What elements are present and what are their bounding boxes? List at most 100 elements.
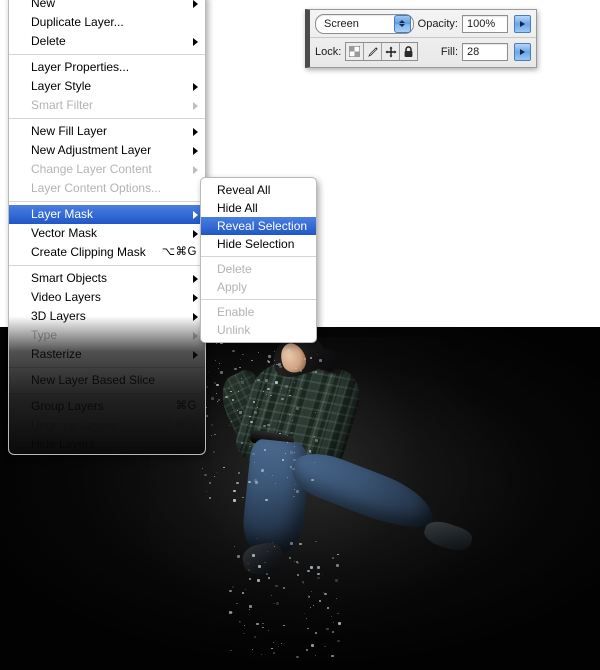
menu-item-layer-mask[interactable]: Layer Mask bbox=[9, 205, 205, 224]
menu-item-label: Hide Selection bbox=[217, 237, 295, 251]
menu-separator bbox=[201, 256, 316, 257]
lock-image-pixels-brush-icon[interactable] bbox=[364, 43, 383, 60]
blend-mode-value: Screen bbox=[324, 17, 359, 30]
blend-mode-stepper-icon[interactable] bbox=[393, 14, 411, 33]
submenu-item-hide-all[interactable]: Hide All bbox=[201, 199, 316, 217]
menu-separator bbox=[201, 299, 316, 300]
menu-separator bbox=[9, 265, 205, 266]
lock-all-padlock-icon[interactable] bbox=[400, 43, 418, 60]
opacity-slider-arrow-icon[interactable] bbox=[514, 14, 531, 33]
layer-mask-submenu[interactable]: Reveal All Hide All Reveal Selection Hide S… bbox=[200, 177, 317, 343]
chevron-right-icon bbox=[193, 210, 198, 219]
chevron-right-icon bbox=[193, 127, 198, 136]
blend-opacity-row: Screen Opacity: 100% bbox=[310, 10, 536, 38]
figure-left-shoe bbox=[240, 540, 286, 578]
menu-item-label: New bbox=[31, 0, 56, 10]
menu-item-layer-content-options: Layer Content Options... bbox=[9, 179, 205, 198]
menu-item-ungroup-layers: Ungroup Layers ⇧⌘G bbox=[9, 416, 205, 435]
menu-item-label: New Fill Layer bbox=[31, 124, 108, 138]
menu-item-new-fill-layer[interactable]: New Fill Layer bbox=[9, 122, 205, 141]
menu-item-label: Change Layer Content bbox=[31, 162, 152, 176]
chevron-right-icon bbox=[193, 229, 198, 238]
lock-transparent-pixels-icon[interactable] bbox=[346, 43, 365, 60]
menu-item-label: Layer Content Options... bbox=[31, 181, 162, 195]
menu-item-label: Delete bbox=[217, 262, 252, 276]
menu-item-change-layer-content: Change Layer Content bbox=[9, 160, 205, 179]
menu-item-label: Reveal All bbox=[217, 183, 271, 197]
layer-menu[interactable]: New Duplicate Layer... Delete Layer Propert… bbox=[8, 0, 206, 455]
menu-item-label: Layer Mask bbox=[31, 207, 94, 221]
menu-item-label: 3D Layers bbox=[31, 309, 86, 323]
menu-item-smart-objects[interactable]: Smart Objects bbox=[9, 269, 205, 288]
menu-item-create-clipping-mask[interactable]: Create Clipping Mask ⌥⌘G bbox=[9, 243, 205, 262]
figure-right-leg bbox=[285, 443, 441, 539]
submenu-item-reveal-all[interactable]: Reveal All bbox=[201, 181, 316, 199]
layers-panel-options: Screen Opacity: 100% Lock: Fill: 28 bbox=[305, 9, 537, 68]
submenu-item-enable: Enable bbox=[201, 303, 316, 321]
submenu-item-apply: Apply bbox=[201, 278, 316, 296]
menu-item-new-layer-based-slice[interactable]: New Layer Based Slice bbox=[9, 371, 205, 390]
menu-item-label: Layer Properties... bbox=[31, 60, 130, 74]
menu-item-3d-layers[interactable]: 3D Layers bbox=[9, 307, 205, 326]
menu-separator bbox=[9, 201, 205, 202]
menu-separator bbox=[9, 54, 205, 55]
lock-fill-row: Lock: Fill: 28 bbox=[310, 38, 536, 65]
lock-label: Lock: bbox=[315, 45, 342, 58]
menu-item-shortcut: ⌥⌘G bbox=[161, 246, 197, 258]
menu-item-rasterize[interactable]: Rasterize bbox=[9, 345, 205, 364]
chevron-right-icon bbox=[193, 146, 198, 155]
chevron-right-icon bbox=[193, 350, 198, 359]
chevron-right-icon bbox=[193, 82, 198, 91]
menu-item-label: Hide All bbox=[217, 201, 258, 215]
menu-item-label: Unlink bbox=[217, 323, 251, 337]
menu-item-label: Vector Mask bbox=[31, 226, 98, 240]
menu-item-vector-mask[interactable]: Vector Mask bbox=[9, 224, 205, 243]
lock-button-group bbox=[345, 42, 419, 61]
fill-label: Fill: bbox=[440, 45, 458, 58]
fill-slider-arrow-icon[interactable] bbox=[514, 42, 531, 61]
menu-item-new[interactable]: New bbox=[9, 0, 205, 13]
menu-item-label: New Adjustment Layer bbox=[31, 143, 152, 157]
opacity-label: Opacity: bbox=[417, 17, 458, 30]
menu-separator bbox=[9, 367, 205, 368]
menu-separator bbox=[9, 393, 205, 394]
menu-item-type: Type bbox=[9, 326, 205, 345]
menu-item-hide-layers[interactable]: Hide Layers bbox=[9, 435, 205, 454]
menu-item-delete[interactable]: Delete bbox=[9, 32, 205, 51]
chevron-right-icon bbox=[193, 293, 198, 302]
menu-item-label: Duplicate Layer... bbox=[31, 15, 124, 29]
lock-position-move-icon[interactable] bbox=[382, 43, 401, 60]
submenu-item-hide-selection[interactable]: Hide Selection bbox=[201, 235, 316, 253]
menu-item-layer-properties[interactable]: Layer Properties... bbox=[9, 58, 205, 77]
opacity-input[interactable]: 100% bbox=[462, 14, 508, 33]
menu-item-label: Delete bbox=[31, 34, 66, 48]
chevron-right-icon bbox=[193, 165, 198, 174]
chevron-right-icon bbox=[193, 0, 198, 8]
submenu-item-reveal-selection[interactable]: Reveal Selection bbox=[201, 217, 316, 235]
menu-item-label: Create Clipping Mask bbox=[31, 245, 146, 259]
submenu-item-unlink: Unlink bbox=[201, 321, 316, 339]
menu-item-label: Type bbox=[31, 328, 58, 342]
menu-item-label: Hide Layers bbox=[31, 437, 96, 451]
figure-right-shoe bbox=[421, 517, 475, 555]
chevron-right-icon bbox=[193, 274, 198, 283]
menu-item-label: Video Layers bbox=[31, 290, 101, 304]
chevron-right-icon bbox=[193, 37, 198, 46]
menu-item-label: Enable bbox=[217, 305, 255, 319]
menu-item-shortcut: ⇧⌘G bbox=[165, 419, 197, 431]
blend-mode-select[interactable]: Screen bbox=[315, 13, 414, 34]
menu-item-label: Layer Style bbox=[31, 79, 92, 93]
menu-separator bbox=[9, 118, 205, 119]
menu-item-label: Smart Filter bbox=[31, 98, 94, 112]
menu-item-label: Smart Objects bbox=[31, 271, 108, 285]
menu-item-duplicate-layer[interactable]: Duplicate Layer... bbox=[9, 13, 205, 32]
chevron-right-icon bbox=[193, 331, 198, 340]
menu-item-group-layers[interactable]: Group Layers ⌘G bbox=[9, 397, 205, 416]
menu-item-video-layers[interactable]: Video Layers bbox=[9, 288, 205, 307]
menu-item-layer-style[interactable]: Layer Style bbox=[9, 77, 205, 96]
menu-item-new-adjustment-layer[interactable]: New Adjustment Layer bbox=[9, 141, 205, 160]
fill-input[interactable]: 28 bbox=[462, 42, 508, 61]
menu-item-shortcut: ⌘G bbox=[175, 400, 197, 412]
chevron-right-icon bbox=[193, 312, 198, 321]
menu-item-label: New Layer Based Slice bbox=[31, 373, 156, 387]
